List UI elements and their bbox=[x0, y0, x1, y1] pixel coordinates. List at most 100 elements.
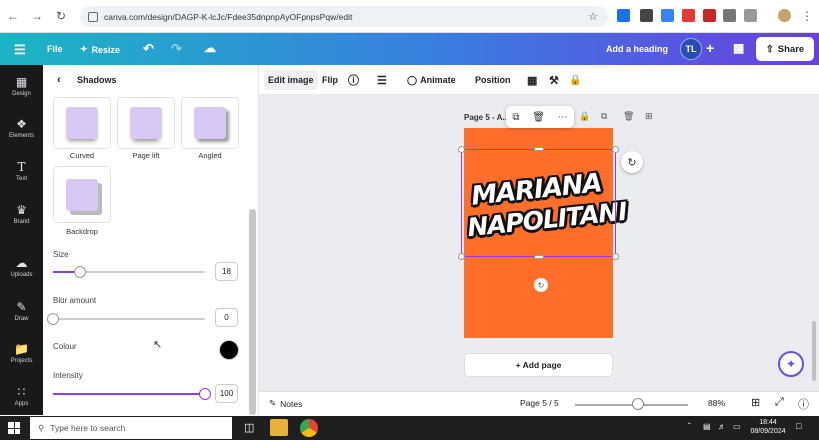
page-title[interactable]: Page 5 - A... bbox=[464, 113, 509, 122]
file-explorer-icon[interactable] bbox=[270, 419, 288, 436]
notifications-icon[interactable]: □ bbox=[796, 422, 801, 431]
network-icon[interactable]: ▤ bbox=[703, 422, 711, 431]
insights-chart-icon[interactable]: ▩ bbox=[733, 41, 744, 55]
animate-button[interactable]: ◯ Animate bbox=[403, 70, 460, 90]
resize-handle[interactable] bbox=[612, 146, 619, 153]
zoom-slider-handle[interactable] bbox=[632, 398, 644, 410]
canvas-scrollbar[interactable] bbox=[812, 321, 816, 381]
chrome-icon[interactable] bbox=[300, 419, 318, 437]
reload-icon[interactable]: ↻ bbox=[50, 5, 72, 27]
resize-handle[interactable] bbox=[534, 255, 544, 259]
resize-handle[interactable] bbox=[458, 146, 465, 153]
extension-icon[interactable] bbox=[723, 9, 736, 22]
rail-item-design[interactable]: ▦ Design bbox=[0, 65, 43, 107]
clock[interactable]: 18:44 08/09/2024 bbox=[748, 418, 788, 436]
back-icon[interactable]: ← bbox=[2, 5, 24, 27]
resize-button[interactable]: ✦ Resize bbox=[80, 44, 120, 55]
add-collaborator-icon[interactable]: + bbox=[706, 40, 714, 56]
fullscreen-icon[interactable]: ⤢ bbox=[775, 396, 784, 409]
intensity-slider-handle[interactable] bbox=[199, 388, 211, 400]
resize-handle[interactable] bbox=[458, 253, 465, 260]
edit-image-button[interactable]: Edit image bbox=[264, 70, 318, 90]
volume-icon[interactable]: ♬ bbox=[718, 422, 726, 431]
elements-icon: ❖ bbox=[16, 116, 27, 131]
rail-item-apps[interactable]: ∷ Apps bbox=[0, 375, 43, 417]
windows-start-icon[interactable] bbox=[8, 422, 20, 434]
resize-handle[interactable] bbox=[612, 253, 619, 260]
address-bar[interactable]: canva.com/design/DAGP-K-lcJc/Fdee35dnpnp… bbox=[80, 6, 608, 27]
add-page-button[interactable]: + Add page bbox=[464, 353, 613, 377]
shadow-option-backdrop[interactable] bbox=[53, 166, 111, 223]
rail-item-uploads[interactable]: ☁ Uploads bbox=[0, 246, 43, 288]
task-view-icon[interactable]: ◫ bbox=[244, 421, 254, 434]
lock-icon[interactable]: 🔒 bbox=[565, 70, 585, 90]
site-info-icon[interactable] bbox=[88, 11, 98, 22]
colour-label: Colour bbox=[53, 342, 77, 351]
line-weight-icon[interactable]: ☰ bbox=[373, 70, 391, 90]
file-menu[interactable]: File bbox=[47, 44, 63, 54]
magic-assistant-icon[interactable]: ✦ bbox=[778, 351, 804, 377]
extension-icon[interactable] bbox=[661, 9, 674, 22]
rail-item-text[interactable]: T Text bbox=[0, 150, 43, 192]
rail-item-projects[interactable]: 📁 Projects bbox=[0, 332, 43, 374]
rail-item-elements[interactable]: ❖ Elements bbox=[0, 107, 43, 149]
text-icon: T bbox=[17, 159, 26, 174]
notes-button[interactable]: ✎ Notes bbox=[269, 398, 302, 409]
shadow-option-angled[interactable] bbox=[181, 97, 239, 149]
battery-icon[interactable]: ▭ bbox=[733, 422, 741, 431]
lock-page-icon[interactable]: 🔒 bbox=[579, 111, 590, 122]
extension-icon[interactable] bbox=[682, 9, 695, 22]
shadow-option-curved[interactable] bbox=[53, 97, 111, 149]
page-counter[interactable]: Page 5 / 5 bbox=[520, 398, 559, 408]
undo-icon[interactable]: ↶ bbox=[143, 41, 154, 57]
tray-chevron-icon[interactable]: ˆ bbox=[688, 422, 691, 431]
extension-icon[interactable] bbox=[703, 9, 716, 22]
duplicate-page-icon[interactable]: ⧉ bbox=[601, 111, 607, 122]
grid-view-icon[interactable]: ⊞ bbox=[751, 396, 760, 409]
rail-item-brand[interactable]: ♛ Brand bbox=[0, 193, 43, 235]
blur-value-input[interactable]: 0 bbox=[215, 308, 238, 327]
position-button[interactable]: Position bbox=[471, 70, 515, 90]
redo-icon[interactable]: ↷ bbox=[171, 41, 182, 57]
profile-avatar[interactable] bbox=[778, 9, 791, 22]
forward-icon[interactable]: → bbox=[26, 5, 48, 27]
share-button[interactable]: ⇧ Share bbox=[756, 37, 814, 61]
intensity-slider[interactable] bbox=[53, 388, 211, 400]
zoom-value[interactable]: 88% bbox=[708, 398, 725, 408]
size-slider-handle[interactable] bbox=[74, 266, 86, 278]
more-menu-icon[interactable]: ⋮ bbox=[796, 5, 818, 27]
avatar[interactable]: TL bbox=[680, 38, 702, 60]
intensity-value-input[interactable]: 100 bbox=[215, 384, 238, 403]
duplicate-icon[interactable]: ⧉ bbox=[512, 112, 519, 123]
transparency-icon[interactable]: ▦ bbox=[523, 70, 541, 90]
more-options-icon[interactable]: ⋯ bbox=[558, 112, 568, 123]
taskbar-search[interactable]: ⚲ Type here to search bbox=[30, 417, 232, 439]
rail-item-draw[interactable]: ✎ Draw bbox=[0, 290, 43, 332]
flip-button[interactable]: Flip bbox=[318, 70, 342, 90]
hamburger-icon[interactable]: ☰ bbox=[14, 42, 26, 58]
info-icon[interactable]: ⓘ bbox=[344, 70, 363, 90]
refresh-icon[interactable]: ↻ bbox=[621, 151, 643, 173]
shadow-option-page-lift[interactable] bbox=[117, 97, 175, 149]
bookmark-star-icon[interactable]: ☆ bbox=[588, 10, 598, 23]
help-icon[interactable]: ⓘ bbox=[798, 396, 809, 412]
resize-handle[interactable] bbox=[534, 147, 544, 151]
extension-icon[interactable] bbox=[617, 9, 630, 22]
size-value-input[interactable]: 18 bbox=[215, 262, 238, 281]
paint-roller-icon[interactable]: ⚒ bbox=[545, 70, 563, 90]
blur-slider-handle[interactable] bbox=[47, 313, 59, 325]
cloud-save-icon[interactable]: ☁ bbox=[204, 41, 216, 55]
colour-swatch[interactable] bbox=[219, 340, 239, 360]
panel-scrollbar[interactable] bbox=[249, 209, 256, 415]
back-chevron-icon[interactable]: ‹ bbox=[57, 74, 61, 86]
shadow-option-label: Curved bbox=[69, 151, 95, 160]
delete-page-icon[interactable]: 🗑 bbox=[623, 111, 634, 122]
add-page-icon[interactable]: ⊞ bbox=[645, 111, 653, 122]
rotate-icon[interactable]: ↻ bbox=[534, 278, 548, 292]
design-title[interactable]: Add a heading bbox=[606, 44, 668, 54]
size-slider[interactable] bbox=[53, 266, 205, 278]
extension-icon[interactable] bbox=[640, 9, 653, 22]
blur-slider[interactable] bbox=[47, 313, 205, 325]
extensions-puzzle-icon[interactable] bbox=[744, 9, 757, 22]
delete-icon[interactable]: 🗑 bbox=[532, 112, 545, 123]
